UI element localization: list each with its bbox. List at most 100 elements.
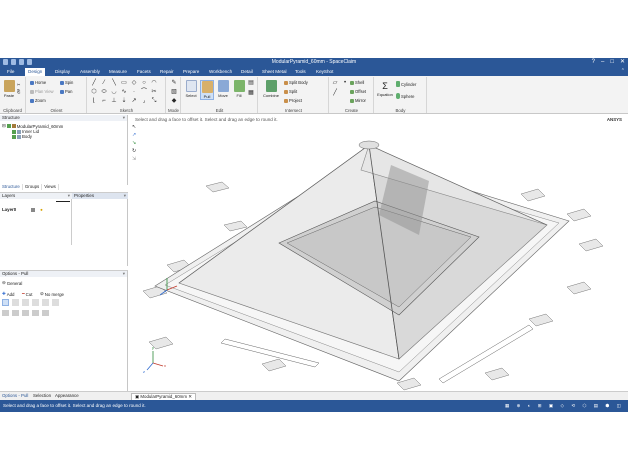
- plane-icon[interactable]: ▱: [332, 80, 338, 86]
- line-style-icon[interactable]: [56, 201, 70, 202]
- three-point-rect-icon[interactable]: ◇: [131, 80, 137, 86]
- tab-options-pull[interactable]: Options - Pull: [2, 393, 28, 398]
- 3d-mode-icon[interactable]: ◆: [171, 98, 177, 104]
- ribbon-collapse-icon[interactable]: ⌃: [621, 67, 625, 76]
- close-doc-icon[interactable]: ✕: [188, 394, 192, 399]
- line-tool-icon[interactable]: ╱: [91, 80, 97, 86]
- tab-keyshot[interactable]: KeyShot: [313, 68, 336, 76]
- tab-measure[interactable]: Measure: [106, 68, 130, 76]
- spline-icon[interactable]: ∿: [121, 89, 127, 95]
- ruler-icon[interactable]: [22, 310, 29, 316]
- paste-button[interactable]: Paste: [2, 80, 16, 98]
- tab-workbench[interactable]: Workbench: [206, 68, 235, 76]
- tab-assembly[interactable]: Assembly: [77, 68, 103, 76]
- viewport[interactable]: Select and drag a face to offset it. Sel…: [129, 115, 628, 391]
- checkbox-icon[interactable]: [12, 134, 16, 139]
- double-side-icon[interactable]: [2, 310, 9, 316]
- cut-icon[interactable]: ✂: [17, 82, 21, 87]
- general-section[interactable]: ⊖ General: [2, 280, 22, 286]
- pivot-icon[interactable]: [22, 299, 29, 306]
- tree-item-body[interactable]: Body: [12, 134, 32, 139]
- zoom-button[interactable]: Zoom: [30, 98, 46, 103]
- project-icon[interactable]: ⇣: [121, 98, 127, 104]
- tab-selection[interactable]: Selection: [33, 393, 51, 398]
- pyramid-model[interactable]: y x z: [129, 115, 628, 391]
- home-button[interactable]: Home: [30, 80, 46, 85]
- offset-curve-icon[interactable]: ⌒: [141, 89, 147, 95]
- polygon-icon[interactable]: ⬡: [91, 89, 97, 95]
- properties-header[interactable]: Properties ▾: [72, 193, 128, 199]
- tab-prepare[interactable]: Prepare: [180, 68, 202, 76]
- arc-icon[interactable]: ◡: [111, 89, 117, 95]
- tab-detail[interactable]: Detail: [238, 68, 256, 76]
- pull-both-icon[interactable]: [42, 310, 49, 316]
- extend-icon[interactable]: ↗: [131, 98, 137, 104]
- pull-button[interactable]: Pull: [200, 80, 214, 100]
- up-to-icon[interactable]: [12, 299, 19, 306]
- cut-option[interactable]: ━ Cut: [22, 291, 33, 297]
- tangent-arc-icon[interactable]: ◠: [151, 80, 157, 86]
- direction-icon[interactable]: [2, 299, 9, 306]
- tab-facets[interactable]: Facets: [134, 68, 154, 76]
- maximize-icon[interactable]: □: [610, 58, 614, 67]
- tab-sheet-metal[interactable]: Sheet Metal: [259, 68, 290, 76]
- measure-icon[interactable]: [12, 310, 19, 316]
- revolve-icon[interactable]: [32, 299, 39, 306]
- split-body-button[interactable]: Split Body: [284, 80, 308, 85]
- copy-icon[interactable]: ⎘: [17, 89, 20, 94]
- sphere-button[interactable]: Sphere: [396, 93, 415, 99]
- tab-groups[interactable]: Groups: [23, 184, 43, 190]
- tab-tools[interactable]: Tools: [292, 68, 309, 76]
- project-button[interactable]: Project: [284, 98, 302, 103]
- add-option[interactable]: ✚ Add: [2, 291, 15, 297]
- close-icon[interactable]: ✕: [620, 58, 625, 67]
- tab-repair[interactable]: Repair: [157, 68, 177, 76]
- document-tab[interactable]: ▣ ModularPyramid_60mm ✕: [131, 393, 196, 400]
- collapse-icon[interactable]: ⊟: [2, 123, 6, 129]
- layer-row[interactable]: Layer0 ●: [2, 207, 43, 212]
- section-mode-icon[interactable]: ▧: [171, 89, 177, 95]
- tab-display[interactable]: Display: [52, 68, 73, 76]
- ellipse-icon[interactable]: ⬭: [101, 89, 107, 95]
- spin-button[interactable]: Spin: [60, 80, 73, 85]
- scale-icon[interactable]: ⤡: [151, 98, 157, 104]
- offset-button[interactable]: Offset: [350, 89, 366, 94]
- move-button[interactable]: Move: [216, 80, 230, 98]
- plan-view-button[interactable]: Plan View: [30, 89, 54, 94]
- tab-design[interactable]: Design: [25, 68, 46, 76]
- checkbox-icon[interactable]: [12, 129, 16, 134]
- lightbulb-icon[interactable]: ●: [40, 207, 43, 212]
- draft-icon[interactable]: [52, 299, 59, 306]
- collapse-icon[interactable]: ⊖: [2, 280, 6, 286]
- panel-menu-icon[interactable]: ▾: [123, 271, 125, 277]
- point-icon[interactable]: ·: [131, 89, 137, 95]
- fillet-icon[interactable]: ⌊: [91, 98, 97, 104]
- equation-button[interactable]: Σ Equation: [376, 80, 394, 97]
- trim-icon[interactable]: ✂: [151, 89, 157, 95]
- split-line-icon[interactable]: ⊥: [111, 98, 117, 104]
- layer-color-swatch[interactable]: [31, 207, 36, 212]
- fill-button[interactable]: Fill: [232, 80, 246, 98]
- panel-pin-icon[interactable]: ▾: [123, 115, 125, 121]
- no-merge-option[interactable]: ⊘ No merge: [40, 291, 64, 297]
- checkbox-icon[interactable]: [6, 124, 11, 128]
- blend-icon[interactable]: ▤: [248, 80, 254, 86]
- mirror-button[interactable]: Mirror: [350, 98, 366, 103]
- bend-icon[interactable]: ⌐: [101, 98, 107, 104]
- tab-file[interactable]: File: [4, 68, 18, 76]
- combine-button[interactable]: Combine: [261, 80, 281, 98]
- panel-menu-icon[interactable]: ▾: [124, 193, 126, 199]
- axis-icon[interactable]: ╱: [332, 90, 338, 96]
- select-button[interactable]: Select: [184, 80, 198, 98]
- minimize-icon[interactable]: –: [601, 58, 604, 67]
- tab-views[interactable]: Views: [42, 184, 59, 190]
- point-create-icon[interactable]: •: [342, 80, 348, 86]
- help-icon[interactable]: ?: [592, 58, 595, 67]
- circle-icon[interactable]: ○: [141, 80, 147, 86]
- copy-edge-icon[interactable]: [32, 310, 39, 316]
- sketch-mode-icon[interactable]: ✎: [171, 80, 177, 86]
- status-toolbar-icons[interactable]: ▦ ⊕ ◐ ⊞ ▣ ◇ ⟲ ⬡ ▤ ⬢ ◫: [505, 400, 624, 412]
- rectangle-icon[interactable]: ▭: [121, 80, 127, 86]
- corner-icon[interactable]: ⌟: [141, 98, 147, 104]
- replace-icon[interactable]: ▦: [248, 90, 254, 96]
